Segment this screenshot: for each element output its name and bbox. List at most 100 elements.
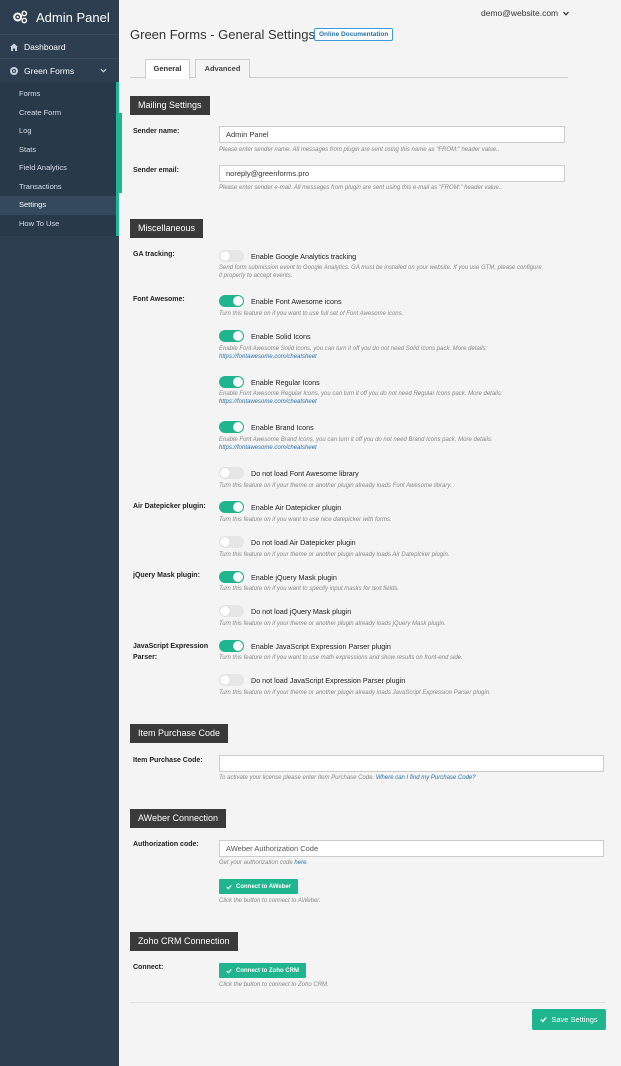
online-documentation-link[interactable]: Online Documentation xyxy=(314,28,394,41)
jqm-noload-toggle[interactable] xyxy=(219,605,244,617)
fa-brand-hint: Enable Font Awesome Brand Icons, you can… xyxy=(219,436,609,452)
ga-tracking-toggle-row[interactable]: Enable Google Analytics tracking xyxy=(219,250,356,262)
jsep-noload-toggle[interactable] xyxy=(219,674,244,686)
sidebar-item-dashboard[interactable]: Dashboard xyxy=(0,34,119,58)
fa-cheatsheet-link[interactable]: https://fontawesome.com/cheatsheet xyxy=(219,444,609,452)
fa-cheatsheet-link[interactable]: https://fontawesome.com/cheatsheet xyxy=(219,353,609,361)
sender-name-input[interactable] xyxy=(219,126,565,143)
adp-enable-toggle[interactable] xyxy=(219,501,244,513)
toggle-label: Enable jQuery Mask plugin xyxy=(251,572,337,582)
adp-enable-hint: Turn this feature on if you want to use … xyxy=(219,517,392,523)
footer-divider xyxy=(130,1002,605,1003)
fa-regular-toggle-row[interactable]: Enable Regular Icons xyxy=(219,376,320,388)
jqm-noload-toggle-row[interactable]: Do not load jQuery Mask plugin xyxy=(219,605,351,617)
sidebar-item-field-analytics[interactable]: Field Analytics xyxy=(0,159,116,178)
label-line: Parser: xyxy=(133,654,158,661)
user-email: demo@website.com xyxy=(481,8,559,18)
sender-email-hint: Please enter sender e-mail. All messages… xyxy=(219,185,503,191)
sidebar-item-forms[interactable]: Forms xyxy=(0,85,116,104)
hint-period: . xyxy=(306,860,309,866)
aweber-button-hint: Click the button to connect to AWeber. xyxy=(219,898,321,904)
hint-line: Enable Font Awesome Brand Icons, you can… xyxy=(219,437,493,443)
fa-solid-toggle-row[interactable]: Enable Solid Icons xyxy=(219,330,311,342)
toggle-label: Enable Brand Icons xyxy=(251,422,314,432)
sidebar-item-settings[interactable]: Settings xyxy=(0,196,116,215)
fa-brand-toggle-row[interactable]: Enable Brand Icons xyxy=(219,421,314,433)
fa-icons-toggle[interactable] xyxy=(219,295,244,307)
sidebar-item-create-form[interactable]: Create Form xyxy=(0,104,116,123)
check-icon xyxy=(540,1017,548,1023)
gears-icon xyxy=(13,10,28,24)
button-label: Connect to AWeber xyxy=(236,883,292,890)
home-icon xyxy=(10,43,18,51)
sidebar-item-green-forms[interactable]: Green Forms xyxy=(0,58,119,82)
section-title-zoho: Zoho CRM Connection xyxy=(130,932,238,951)
purchase-code-label: Item Purchase Code: xyxy=(133,757,203,764)
section-accent-bar xyxy=(119,113,122,193)
jsep-noload-toggle-row[interactable]: Do not load JavaScript Expression Parser… xyxy=(219,674,405,686)
fa-cheatsheet-link[interactable]: https://fontawesome.com/cheatsheet xyxy=(219,398,609,406)
hint-line: Send form submission event to Google Ana… xyxy=(219,265,542,271)
sidebar-item-stats[interactable]: Stats xyxy=(0,141,116,160)
purchase-code-hint: To activate your license please enter It… xyxy=(219,774,609,782)
zoho-button-hint: Click the button to connect to Zoho CRM. xyxy=(219,982,329,988)
ga-tracking-hint: Send form submission event to Google Ana… xyxy=(219,264,609,280)
jsep-enable-toggle[interactable] xyxy=(219,640,244,652)
connect-aweber-button[interactable]: Connect to AWeber xyxy=(219,879,299,894)
adp-noload-toggle-row[interactable]: Do not load Air Datepicker plugin xyxy=(219,536,356,548)
purchase-code-input[interactable] xyxy=(219,755,604,772)
fa-solid-toggle[interactable] xyxy=(219,330,244,342)
settings-tabs: General Advanced xyxy=(130,59,568,79)
ga-tracking-toggle[interactable] xyxy=(219,250,244,262)
sender-name-hint: Please enter sender name. All messages f… xyxy=(219,147,500,153)
air-datepicker-label: Air Datepicker plugin: xyxy=(133,503,206,510)
fa-regular-hint: Enable Font Awesome Regular Icons, you c… xyxy=(219,390,609,406)
fa-noload-hint: Turn this feature on if your theme or an… xyxy=(219,483,452,489)
section-title-purchase-code: Item Purchase Code xyxy=(130,724,229,743)
aweber-code-link[interactable]: here xyxy=(294,860,306,866)
sidebar-item-how-to-use[interactable]: How To Use xyxy=(0,215,116,234)
hint-text: Get your authorization code xyxy=(219,860,293,866)
fa-noload-toggle[interactable] xyxy=(219,467,244,479)
ga-tracking-label: GA tracking: xyxy=(133,251,175,258)
zoho-connect-label: Connect: xyxy=(133,964,164,971)
sender-email-input[interactable] xyxy=(219,165,565,182)
page-title: Green Forms - General Settings xyxy=(130,27,315,42)
adp-enable-toggle-row[interactable]: Enable Air Datepicker plugin xyxy=(219,501,341,513)
button-label: Connect to Zoho CRM xyxy=(236,967,299,974)
toggle-label: Enable Regular Icons xyxy=(251,377,320,387)
toggle-label: Enable JavaScript Expression Parser plug… xyxy=(251,641,391,651)
sidebar-item-transactions[interactable]: Transactions xyxy=(0,178,116,197)
user-menu[interactable]: demo@website.com xyxy=(481,8,570,18)
jquery-mask-label: jQuery Mask plugin: xyxy=(133,572,200,579)
fa-brand-toggle[interactable] xyxy=(219,421,244,433)
sidebar-item-label: Green Forms xyxy=(24,65,75,76)
adp-noload-toggle[interactable] xyxy=(219,536,244,548)
connect-zoho-button[interactable]: Connect to Zoho CRM xyxy=(219,963,306,978)
fa-noload-toggle-row[interactable]: Do not load Font Awesome library xyxy=(219,467,359,479)
tab-general[interactable]: General xyxy=(145,59,190,79)
toggle-label: Enable Solid Icons xyxy=(251,331,311,341)
find-purchase-code-link[interactable]: Where can I find my Purchase Code? xyxy=(376,775,476,781)
label-line: JavaScript Expression xyxy=(133,643,209,650)
fa-regular-toggle[interactable] xyxy=(219,376,244,388)
jsep-enable-hint: Turn this feature on if you want to use … xyxy=(219,655,463,661)
aweber-auth-code-label: Authorization code: xyxy=(133,841,199,848)
brand[interactable]: Admin Panel xyxy=(0,0,119,34)
green-forms-submenu: Forms Create Form Log Stats Field Analyt… xyxy=(0,82,119,236)
font-awesome-label: Font Awesome: xyxy=(133,296,185,303)
tab-advanced[interactable]: Advanced xyxy=(195,59,250,78)
sidebar-item-log[interactable]: Log xyxy=(0,122,116,141)
aweber-auth-code-input[interactable] xyxy=(219,840,604,857)
adp-noload-hint: Turn this feature on if your theme or an… xyxy=(219,552,450,558)
jqm-enable-toggle[interactable] xyxy=(219,571,244,583)
jqm-enable-toggle-row[interactable]: Enable jQuery Mask plugin xyxy=(219,571,337,583)
jqm-enable-hint: Turn this feature on if you want to spec… xyxy=(219,586,399,592)
jsep-enable-toggle-row[interactable]: Enable JavaScript Expression Parser plug… xyxy=(219,640,391,652)
check-icon xyxy=(226,968,232,974)
jsep-label: JavaScript Expression Parser: xyxy=(133,641,208,663)
save-settings-button[interactable]: Save Settings xyxy=(532,1009,606,1030)
fa-icons-toggle-row[interactable]: Enable Font Awesome icons xyxy=(219,295,342,307)
chevron-down-icon xyxy=(563,11,570,16)
sender-name-label: Sender name: xyxy=(133,128,180,135)
